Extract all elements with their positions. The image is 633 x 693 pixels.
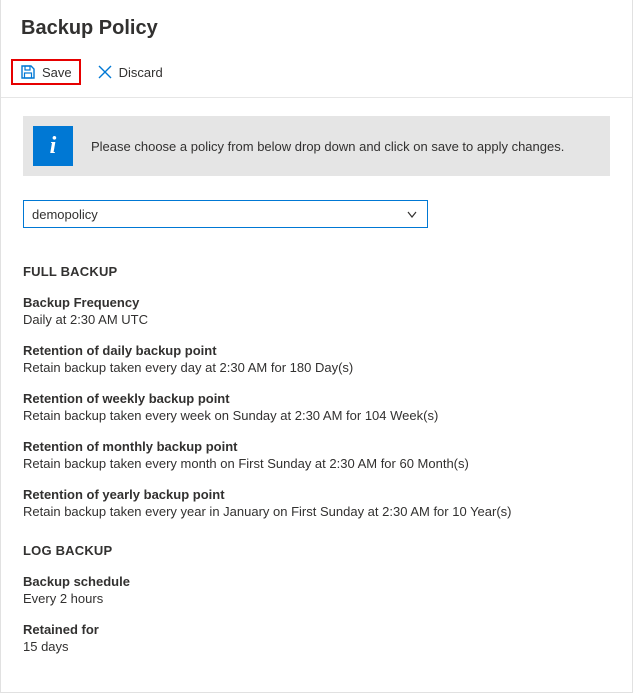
policy-dropdown-value: demopolicy: [32, 207, 98, 222]
retained-for-field: Retained for 15 days: [23, 622, 610, 654]
discard-button[interactable]: Discard: [89, 60, 171, 84]
save-button-label: Save: [42, 65, 72, 80]
retained-for-label: Retained for: [23, 622, 610, 637]
yearly-retention-value: Retain backup taken every year in Januar…: [23, 504, 610, 519]
backup-frequency-field: Backup Frequency Daily at 2:30 AM UTC: [23, 295, 610, 327]
close-button[interactable]: [604, 14, 612, 43]
yearly-retention-label: Retention of yearly backup point: [23, 487, 610, 502]
monthly-retention-value: Retain backup taken every month on First…: [23, 456, 610, 471]
backup-schedule-field: Backup schedule Every 2 hours: [23, 574, 610, 606]
backup-frequency-label: Backup Frequency: [23, 295, 610, 310]
monthly-retention-label: Retention of monthly backup point: [23, 439, 610, 454]
full-backup-section: FULL BACKUP Backup Frequency Daily at 2:…: [23, 264, 610, 519]
log-backup-heading: LOG BACKUP: [23, 543, 610, 558]
log-backup-section: LOG BACKUP Backup schedule Every 2 hours…: [23, 543, 610, 654]
panel-header: Backup Policy: [1, 0, 632, 53]
policy-dropdown[interactable]: demopolicy: [23, 200, 428, 228]
backup-schedule-label: Backup schedule: [23, 574, 610, 589]
daily-retention-value: Retain backup taken every day at 2:30 AM…: [23, 360, 610, 375]
info-banner-text: Please choose a policy from below drop d…: [91, 139, 564, 154]
monthly-retention-field: Retention of monthly backup point Retain…: [23, 439, 610, 471]
weekly-retention-field: Retention of weekly backup point Retain …: [23, 391, 610, 423]
backup-policy-panel: Backup Policy Save Discard: [0, 0, 633, 693]
discard-button-label: Discard: [119, 65, 163, 80]
toolbar: Save Discard: [1, 53, 632, 98]
retained-for-value: 15 days: [23, 639, 610, 654]
save-button[interactable]: Save: [11, 59, 81, 85]
backup-schedule-value: Every 2 hours: [23, 591, 610, 606]
panel-content: i Please choose a policy from below drop…: [1, 98, 632, 692]
weekly-retention-label: Retention of weekly backup point: [23, 391, 610, 406]
full-backup-heading: FULL BACKUP: [23, 264, 610, 279]
info-banner: i Please choose a policy from below drop…: [23, 116, 610, 176]
page-title: Backup Policy: [21, 17, 158, 40]
daily-retention-label: Retention of daily backup point: [23, 343, 610, 358]
yearly-retention-field: Retention of yearly backup point Retain …: [23, 487, 610, 519]
daily-retention-field: Retention of daily backup point Retain b…: [23, 343, 610, 375]
weekly-retention-value: Retain backup taken every week on Sunday…: [23, 408, 610, 423]
info-icon: i: [33, 126, 73, 166]
chevron-down-icon: [405, 207, 419, 221]
backup-frequency-value: Daily at 2:30 AM UTC: [23, 312, 610, 327]
discard-icon: [97, 64, 113, 80]
save-icon: [20, 64, 36, 80]
